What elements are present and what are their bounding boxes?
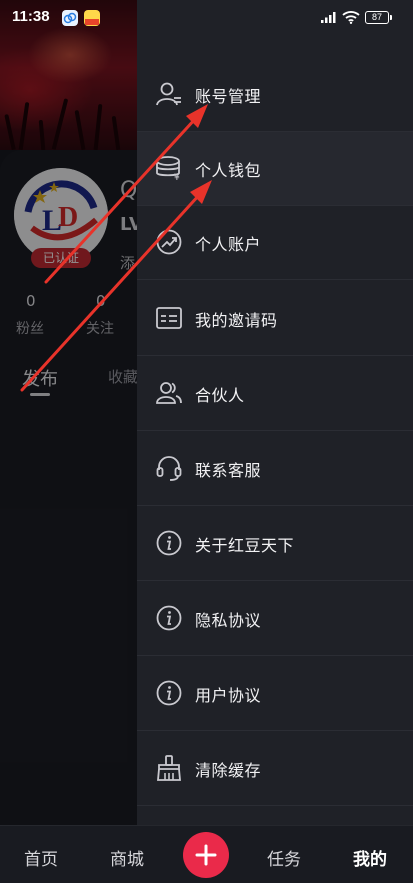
menu-item-user-agreement[interactable]: 用户协议 xyxy=(137,657,413,731)
app-notification-icon xyxy=(84,10,100,26)
nav-tasks[interactable]: 任务 xyxy=(267,845,301,870)
menu-item-privacy-policy[interactable]: 隐私协议 xyxy=(137,582,413,656)
signal-icon xyxy=(321,12,336,23)
menu-item-invite-code[interactable]: 我的邀请码 xyxy=(137,282,413,356)
menu-item-about[interactable]: 关于红豆天下 xyxy=(137,507,413,581)
wallet-coins-icon: ¥ xyxy=(156,156,180,182)
menu-label: 我的邀请码 xyxy=(195,311,278,330)
divider xyxy=(137,279,413,280)
nav-mall[interactable]: 商城 xyxy=(110,845,144,870)
menu-label: 关于红豆天下 xyxy=(195,536,295,555)
broom-icon xyxy=(157,755,181,781)
menu-label: 个人钱包 xyxy=(195,161,262,180)
headset-icon xyxy=(156,456,182,481)
app-notification-icon xyxy=(62,10,78,26)
info-icon xyxy=(156,530,182,556)
nav-home[interactable]: 首页 xyxy=(24,845,58,870)
divider xyxy=(137,805,413,806)
nav-mine[interactable]: 我的 xyxy=(353,845,387,870)
menu-item-personal-account[interactable]: 个人账户 xyxy=(137,206,413,280)
menu-item-account-management[interactable]: 账号管理 xyxy=(137,58,413,132)
info-icon xyxy=(156,680,182,706)
menu-item-clear-cache[interactable]: 清除缓存 xyxy=(137,732,413,806)
info-icon xyxy=(156,605,182,631)
bottom-nav: 首页 商城 任务 我的 xyxy=(0,825,413,883)
divider xyxy=(137,505,413,506)
menu-item-customer-service[interactable]: 联系客服 xyxy=(137,432,413,506)
divider xyxy=(137,580,413,581)
battery-icon: 87 xyxy=(365,11,392,24)
menu-label: 账号管理 xyxy=(195,87,262,106)
status-bar: 11:38 87 xyxy=(0,0,413,36)
divider xyxy=(137,730,413,731)
account-trend-icon xyxy=(156,229,182,255)
menu-label: 隐私协议 xyxy=(195,611,262,630)
publish-plus-button[interactable] xyxy=(183,832,229,878)
menu-label: 合伙人 xyxy=(195,386,245,405)
divider xyxy=(137,430,413,431)
menu-item-wallet[interactable]: ¥ 个人钱包 xyxy=(137,132,413,206)
divider xyxy=(137,355,413,356)
menu-label: 用户协议 xyxy=(195,686,262,705)
partners-icon xyxy=(156,382,182,404)
invite-card-icon xyxy=(156,307,182,329)
menu-label: 个人账户 xyxy=(195,235,262,254)
svg-text:¥: ¥ xyxy=(174,173,180,182)
menu-label: 清除缓存 xyxy=(195,761,262,780)
divider xyxy=(137,655,413,656)
wifi-icon xyxy=(342,11,360,24)
menu-label: 联系客服 xyxy=(195,461,262,480)
user-icon xyxy=(156,82,181,106)
plus-icon xyxy=(195,844,217,866)
menu-item-partner[interactable]: 合伙人 xyxy=(137,357,413,431)
status-time: 11:38 xyxy=(12,8,50,25)
